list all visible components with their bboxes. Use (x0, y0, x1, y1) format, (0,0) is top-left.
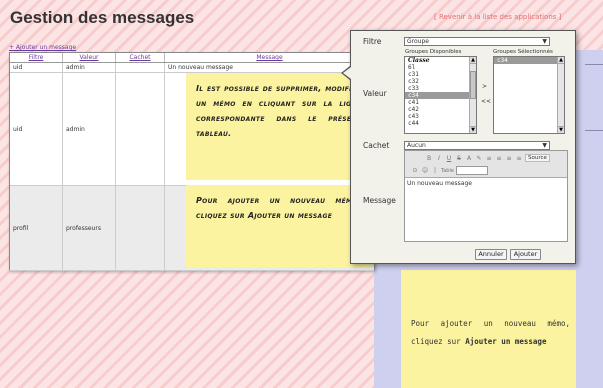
available-group-option[interactable]: c33 (405, 85, 476, 92)
add-group-button[interactable]: > (482, 83, 487, 90)
chevron-down-icon: ▼ (542, 38, 547, 45)
remove-group-button[interactable]: << (481, 98, 491, 105)
table-row[interactable]: uid admin Un nouveau message (10, 63, 374, 73)
format-select[interactable] (455, 166, 488, 175)
cell-filtre: profil (10, 186, 63, 270)
table-header: Filtre Valeur Cachet Message (10, 53, 374, 63)
add-message-link[interactable]: + Ajouter un message (9, 44, 76, 51)
smiley-icon[interactable]: ☺ (421, 167, 429, 174)
column-header-cachet[interactable]: Cachet (116, 53, 165, 62)
cell-filtre: uid (10, 63, 63, 72)
scroll-up-icon[interactable]: ▲ (470, 57, 476, 64)
scrollbar[interactable]: ▲ ▼ (469, 57, 476, 133)
editor-content[interactable]: Un nouveau message (405, 178, 567, 189)
valeur-label: Valeur (363, 89, 387, 98)
italic-icon[interactable]: I (435, 155, 443, 162)
preview-memo-text: Pour ajouter un nouveau mémo, cliquez su… (411, 319, 570, 346)
preview-memo-note: Pour ajouter un nouveau mémo, cliquez su… (401, 270, 576, 388)
filtre-select[interactable]: Groupe ▼ (404, 37, 550, 46)
column-header-message[interactable]: Message (165, 53, 374, 62)
memo-note: Pour ajouter un nouveau mémo, cliquez su… (186, 185, 371, 267)
available-group-option[interactable]: c43 (405, 113, 476, 120)
scroll-down-icon[interactable]: ▼ (470, 126, 476, 133)
scrollbar[interactable]: ▲ ▼ (557, 57, 564, 133)
align-right-icon[interactable]: ≡ (505, 155, 513, 162)
cachet-select[interactable]: Aucun ▼ (404, 141, 550, 150)
cell-valeur: admin (63, 73, 116, 185)
chevron-down-icon: ▼ (542, 142, 547, 149)
available-groups-list[interactable]: Classe 6l c31 c32 c33 c34 c41 c42 c43 c44 ▲ ▼ (404, 56, 477, 134)
text-color-icon[interactable]: A (465, 155, 473, 162)
justify-icon[interactable]: ≡ (515, 155, 523, 162)
link-icon[interactable]: ⊙ (411, 167, 419, 174)
selected-group-option[interactable]: c34 (494, 57, 564, 64)
available-groups-title: Groupes Disponibles (405, 49, 462, 55)
cell-valeur: admin (63, 63, 116, 72)
bold-icon[interactable]: B (425, 155, 433, 162)
available-group-option[interactable]: c41 (405, 99, 476, 106)
strikethrough-icon[interactable]: S (455, 155, 463, 162)
popup-pointer-inner (343, 67, 351, 79)
cell-valeur: professeurs (63, 186, 116, 270)
filtre-label: Filtre (363, 37, 382, 46)
source-button[interactable]: Source (525, 154, 550, 162)
page-title: Gestion des messages (10, 8, 195, 27)
cell-cachet (116, 186, 165, 270)
align-left-icon[interactable]: ≡ (485, 155, 493, 162)
save-button[interactable]: Ajouter (510, 249, 541, 260)
scroll-thumb[interactable] (470, 71, 476, 99)
column-header-valeur[interactable]: Valeur (63, 53, 116, 62)
back-to-applications-link[interactable]: [ Revenir à la liste des applications ] (434, 13, 561, 21)
available-group-option[interactable]: c42 (405, 106, 476, 113)
memo-note: Il est possible de supprimer, modifier u… (186, 73, 371, 180)
available-group-option[interactable]: c34 (405, 92, 476, 99)
divider-line (585, 130, 603, 131)
cell-cachet (116, 73, 165, 185)
underline-icon[interactable]: U (445, 155, 453, 162)
available-group-option[interactable]: Classe (405, 57, 476, 64)
highlight-icon[interactable]: ✎ (475, 155, 483, 162)
message-label: Message (363, 196, 396, 205)
cachet-label: Cachet (363, 141, 390, 150)
divider-line (585, 64, 603, 65)
messages-table: Filtre Valeur Cachet Message uid admin U… (9, 52, 375, 271)
available-group-option[interactable]: c44 (405, 120, 476, 127)
cell-filtre: uid (10, 73, 63, 185)
available-group-option[interactable]: c31 (405, 71, 476, 78)
selected-groups-list[interactable]: c34 ▲ ▼ (493, 56, 565, 134)
selected-groups-title: Groupes Sélectionnés (493, 49, 553, 55)
available-group-option[interactable]: c32 (405, 78, 476, 85)
scroll-down-icon[interactable]: ▼ (558, 126, 564, 133)
column-header-filtre[interactable]: Filtre (10, 53, 63, 62)
align-center-icon[interactable]: ≡ (495, 155, 503, 162)
editor-toolbar: B I U S A ✎ ≡ ≡ ≡ ≡ Source ⊙ ☺ | Table (405, 151, 567, 178)
available-group-option[interactable]: 6l (405, 64, 476, 71)
cell-cachet (116, 63, 165, 72)
separator-icon: | (433, 167, 437, 174)
cancel-button[interactable]: Annuler (475, 249, 507, 260)
table-label: Table (441, 167, 454, 174)
scroll-up-icon[interactable]: ▲ (558, 57, 564, 64)
message-editor[interactable]: B I U S A ✎ ≡ ≡ ≡ ≡ Source ⊙ ☺ | Table U… (404, 150, 568, 242)
